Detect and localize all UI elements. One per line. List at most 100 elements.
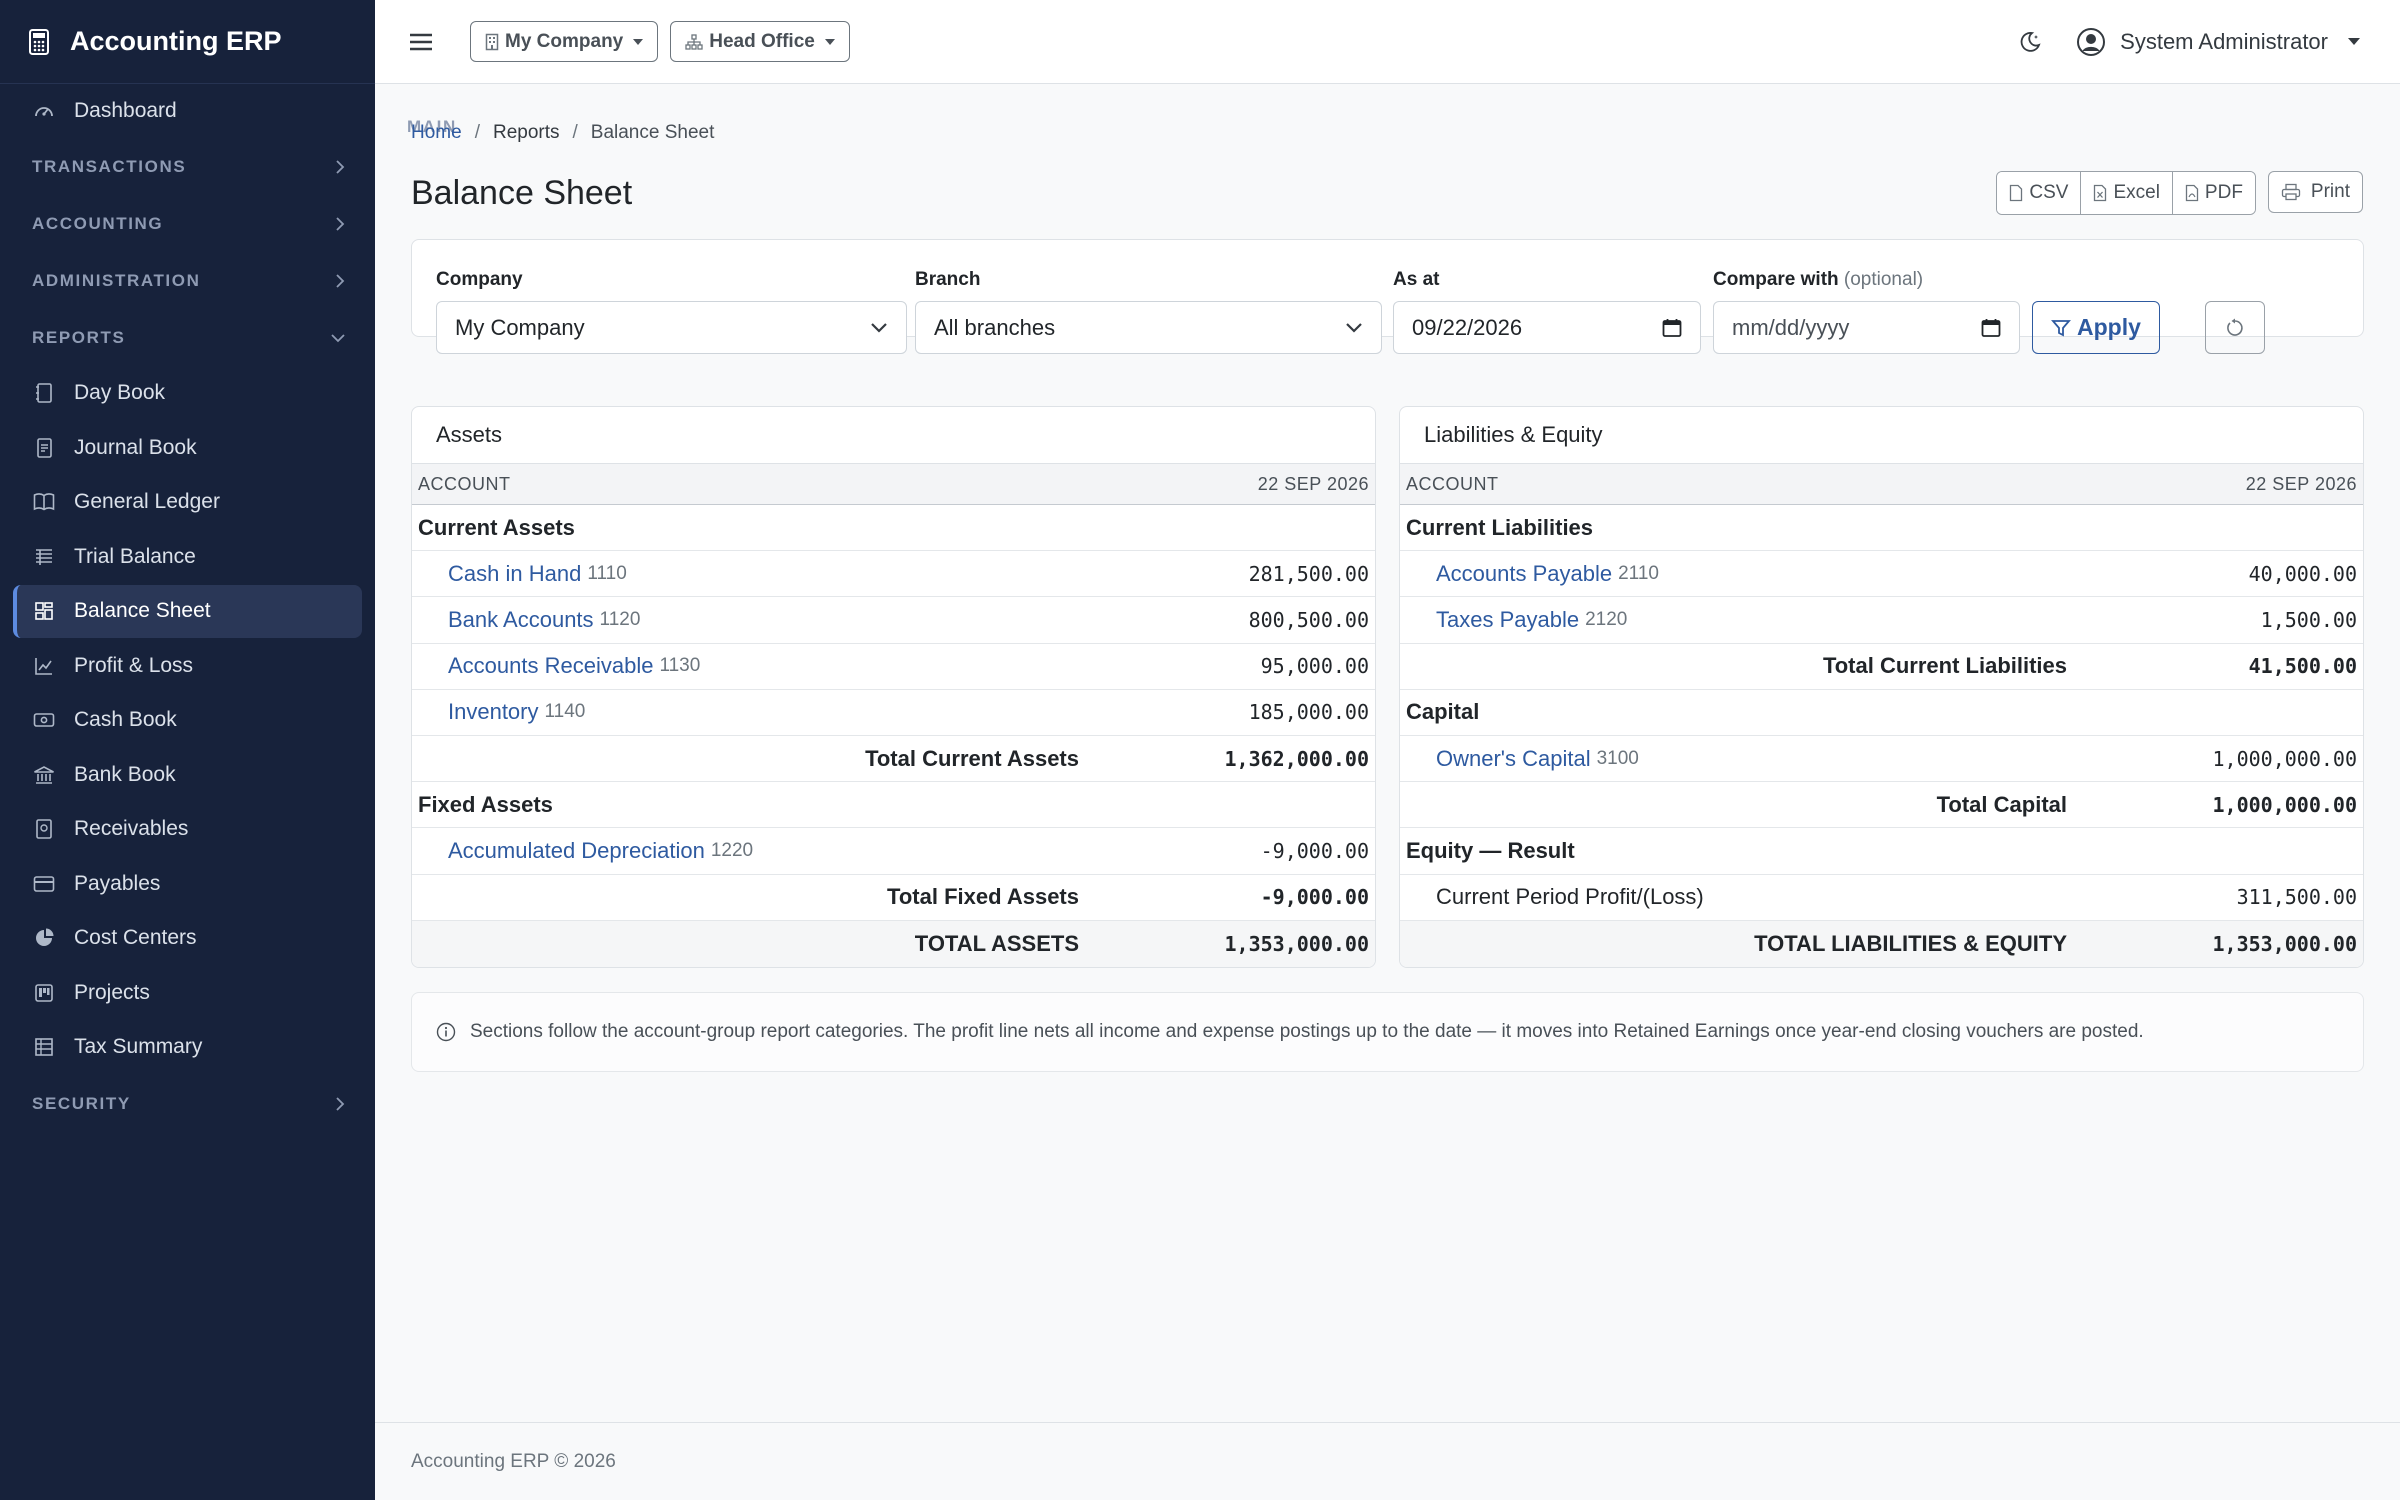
column-header-account: ACCOUNT bbox=[418, 473, 511, 494]
tax-table-icon bbox=[32, 1035, 56, 1059]
sidebar-item-label: General Ledger bbox=[74, 490, 220, 513]
asat-date-input[interactable]: 09/22/2026 bbox=[1393, 301, 1701, 354]
subtotal-amount: 1,362,000.00 bbox=[1224, 746, 1370, 771]
account-link[interactable]: Accounts Receivable bbox=[448, 653, 653, 679]
company-filter-label: Company bbox=[436, 269, 523, 290]
apply-button[interactable]: Apply bbox=[2032, 301, 2160, 354]
nav-section-accounting[interactable]: ACCOUNTING bbox=[0, 196, 375, 253]
sidebar-item-balance-sheet[interactable]: Balance Sheet bbox=[13, 584, 362, 638]
sidebar: Accounting ERP MAIN Dashboard TRANSACTIO… bbox=[0, 0, 455, 1500]
compare-date-input[interactable]: mm/dd/yyyy bbox=[1713, 301, 2020, 354]
nav-section-administration[interactable]: ADMINISTRATION bbox=[0, 253, 375, 310]
sidebar-item-projects[interactable]: Projects bbox=[13, 966, 362, 1019]
grand-total-amount: 1,353,000.00 bbox=[1224, 931, 1370, 956]
funnel-icon bbox=[2051, 318, 2071, 338]
main-content: Home / Reports / Balance Sheet Balance S… bbox=[375, 84, 2400, 1500]
account-link[interactable]: Accumulated Depreciation bbox=[448, 838, 705, 864]
nav-section-label: SECURITY bbox=[32, 1094, 131, 1113]
sidebar-item-cost-centers[interactable]: Cost Centers bbox=[13, 912, 362, 965]
calendar-icon[interactable] bbox=[1981, 318, 2001, 338]
page-title: Balance Sheet bbox=[411, 174, 633, 212]
subtotal-row: Total Fixed Assets -9,000.00 bbox=[412, 875, 1375, 921]
file-excel-icon bbox=[2093, 184, 2107, 202]
account-amount: 311,500.00 bbox=[2236, 885, 2357, 910]
topbar: My Company Head Office System Administra… bbox=[375, 0, 2400, 84]
sidebar-item-receivables[interactable]: Receivables bbox=[13, 803, 362, 856]
chevron-right-icon bbox=[335, 160, 345, 174]
group-current-liabilities: Current Liabilities bbox=[1400, 505, 2363, 552]
breadcrumb-home[interactable]: Home bbox=[411, 122, 462, 144]
pie-chart-icon bbox=[32, 926, 56, 950]
hamburger-menu-icon[interactable] bbox=[408, 31, 434, 53]
book-icon bbox=[32, 490, 56, 514]
account-code: 1130 bbox=[659, 655, 701, 677]
account-link[interactable]: Cash in Hand bbox=[448, 561, 581, 587]
asat-filter-label: As at bbox=[1393, 269, 1440, 290]
account-code: 2120 bbox=[1585, 608, 1628, 630]
sidebar-item-label: Tax Summary bbox=[74, 1035, 203, 1058]
account-amount: 40,000.00 bbox=[2248, 561, 2357, 586]
branch-switcher[interactable]: Head Office bbox=[670, 21, 850, 62]
sidebar-item-bank-book[interactable]: Bank Book bbox=[13, 748, 362, 801]
caret-down-icon bbox=[2348, 38, 2360, 45]
moon-stars-icon[interactable] bbox=[2018, 30, 2042, 54]
grand-total-label: TOTAL LIABILITIES & EQUITY bbox=[1754, 930, 2067, 956]
sidebar-item-cash-book[interactable]: Cash Book bbox=[13, 694, 362, 747]
account-code: 1120 bbox=[599, 608, 641, 630]
reset-icon bbox=[2225, 318, 2245, 338]
nav-section-security[interactable]: SECURITY bbox=[0, 1076, 375, 1133]
excel-button[interactable]: Excel bbox=[2080, 172, 2172, 214]
company-select-value: My Company bbox=[455, 314, 585, 340]
export-button-group: CSV Excel PDF bbox=[1996, 171, 2256, 215]
pdf-button[interactable]: PDF bbox=[2171, 172, 2255, 214]
account-row: Cash in Hand 1110 281,500.00 bbox=[412, 551, 1375, 598]
group-current-assets: Current Assets bbox=[412, 505, 1375, 552]
account-link[interactable]: Inventory bbox=[448, 699, 539, 725]
group-fixed-assets: Fixed Assets bbox=[412, 782, 1375, 829]
print-button[interactable]: Print bbox=[2267, 171, 2363, 213]
sidebar-item-profit-loss[interactable]: Profit & Loss bbox=[13, 639, 362, 692]
sidebar-item-label: Balance Sheet bbox=[74, 599, 211, 622]
breadcrumb-reports[interactable]: Reports bbox=[493, 122, 560, 144]
company-switcher[interactable]: My Company bbox=[470, 21, 659, 62]
file-csv-icon bbox=[2009, 184, 2023, 202]
reset-button[interactable] bbox=[2205, 301, 2265, 354]
user-menu[interactable]: System Administrator bbox=[2076, 27, 2360, 57]
subtotal-amount: -9,000.00 bbox=[1260, 885, 1369, 910]
company-select[interactable]: My Company bbox=[436, 301, 907, 354]
sidebar-item-dashboard[interactable]: Dashboard bbox=[13, 84, 362, 137]
sidebar-item-general-ledger[interactable]: General Ledger bbox=[13, 476, 362, 529]
account-link[interactable]: Bank Accounts bbox=[448, 607, 594, 633]
nav-section-label: ACCOUNTING bbox=[32, 214, 164, 233]
credit-card-icon bbox=[32, 872, 56, 896]
branch-filter-label: Branch bbox=[915, 269, 981, 290]
account-row: Taxes Payable 2120 1,500.00 bbox=[1400, 597, 2363, 644]
pdf-label: PDF bbox=[2204, 182, 2243, 203]
group-label: Current Liabilities bbox=[1406, 514, 1594, 540]
branch-name: Head Office bbox=[709, 30, 815, 52]
grand-total-amount: 1,353,000.00 bbox=[2212, 931, 2358, 956]
nav-section-reports[interactable]: REPORTS bbox=[0, 310, 375, 367]
bank-icon bbox=[32, 763, 56, 787]
account-link[interactable]: Owner's Capital bbox=[1436, 746, 1591, 772]
sidebar-item-journal-book[interactable]: Journal Book bbox=[13, 421, 362, 474]
csv-label: CSV bbox=[2029, 182, 2069, 203]
sidebar-item-label: Cash Book bbox=[74, 708, 177, 731]
account-link[interactable]: Taxes Payable bbox=[1436, 607, 1579, 633]
subtotal-row: Total Current Assets 1,362,000.00 bbox=[412, 736, 1375, 783]
column-header-date: 22 SEP 2026 bbox=[1257, 473, 1369, 494]
sidebar-item-tax-summary[interactable]: Tax Summary bbox=[13, 1021, 362, 1074]
calendar-icon[interactable] bbox=[1662, 318, 1682, 338]
subtotal-label: Total Current Assets bbox=[865, 745, 1079, 771]
sidebar-item-payables[interactable]: Payables bbox=[13, 857, 362, 910]
branch-select[interactable]: All branches bbox=[915, 301, 1382, 354]
sidebar-item-day-book[interactable]: Day Book bbox=[13, 367, 362, 420]
sidebar-item-trial-balance[interactable]: Trial Balance bbox=[13, 530, 362, 583]
nav-section-transactions[interactable]: TRANSACTIONS bbox=[0, 139, 375, 196]
print-label: Print bbox=[2310, 181, 2350, 202]
assets-card-title: Assets bbox=[412, 407, 1375, 464]
csv-button[interactable]: CSV bbox=[1997, 172, 2081, 214]
account-link[interactable]: Accounts Payable bbox=[1436, 561, 1612, 587]
brand[interactable]: Accounting ERP bbox=[0, 0, 375, 84]
info-text: Sections follow the account-group report… bbox=[470, 1021, 2144, 1042]
